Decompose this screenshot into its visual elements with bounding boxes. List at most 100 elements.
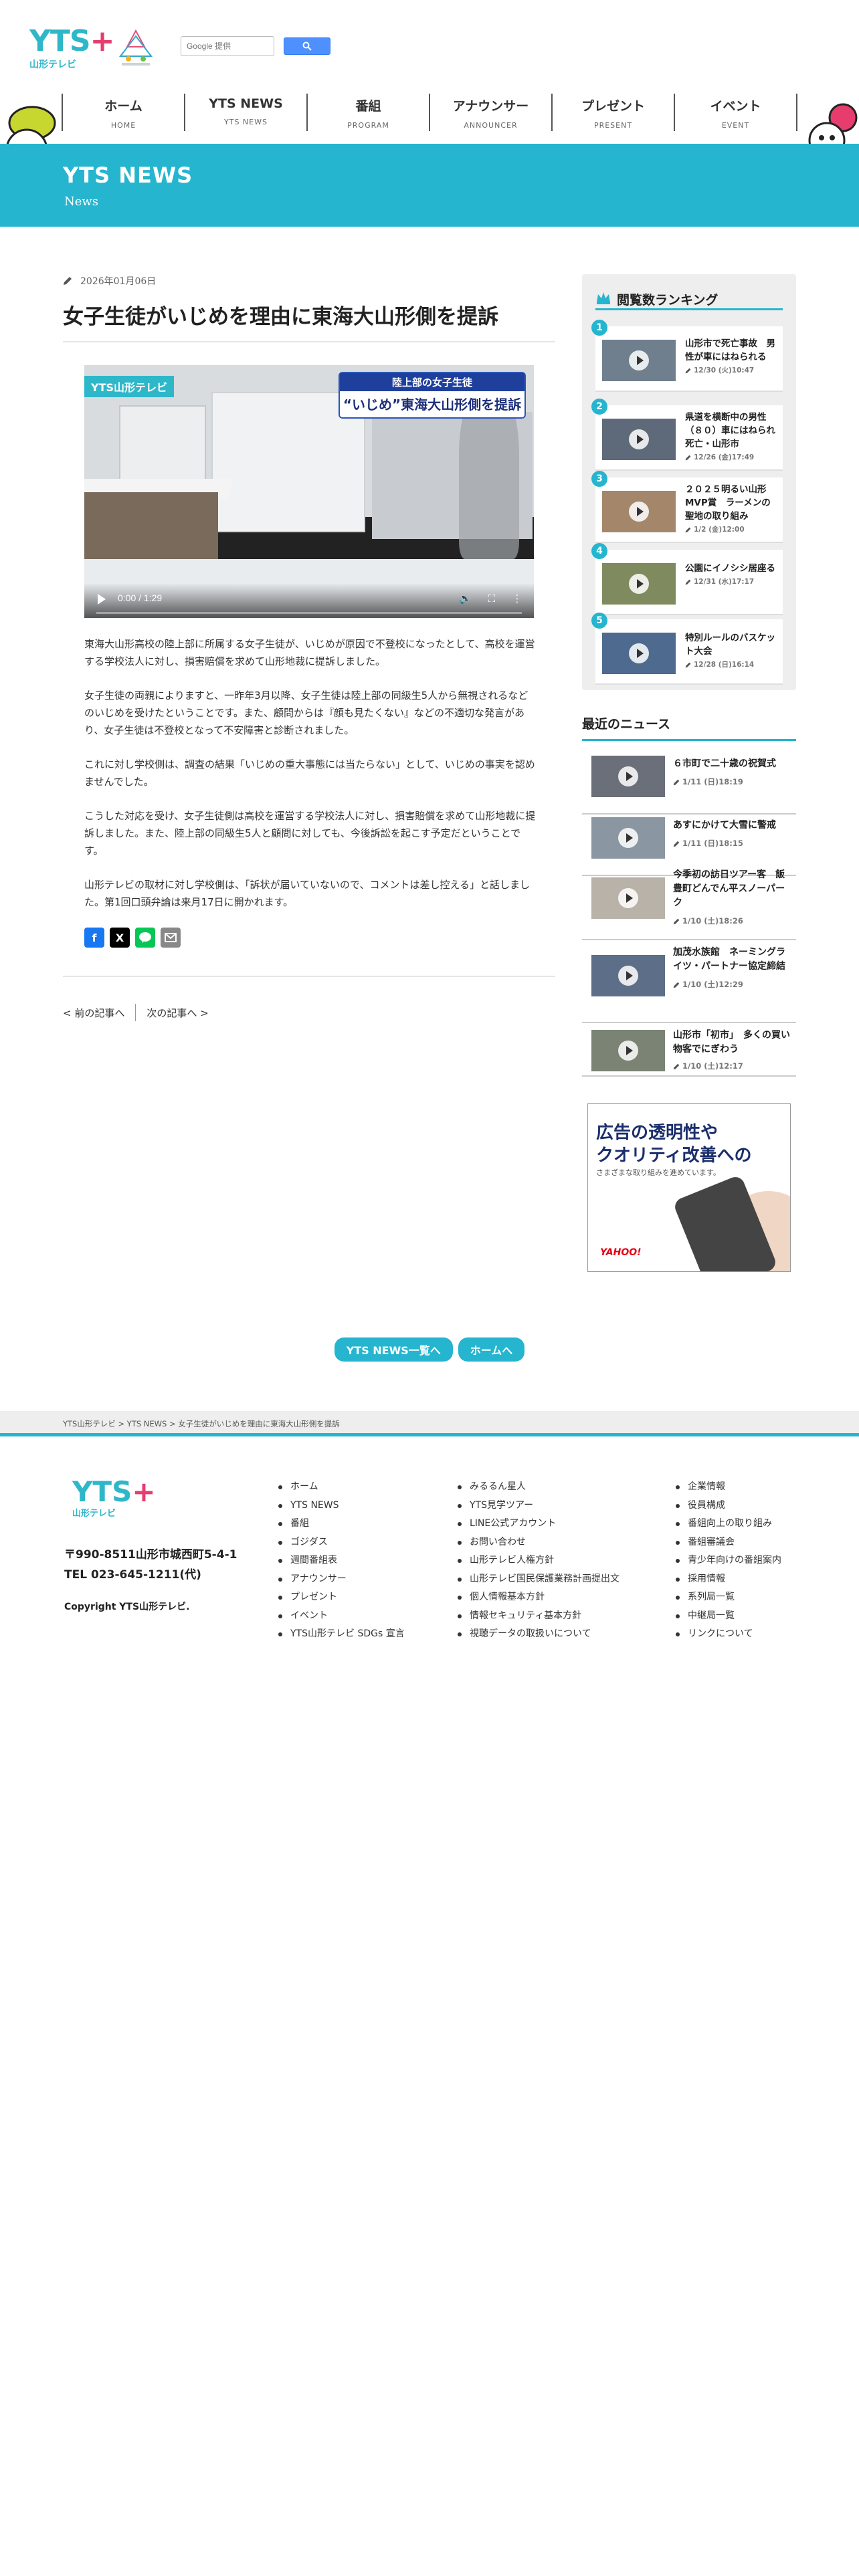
recent-news-item[interactable]: ６市町で二十歳の祝賀式 1/11 (日)18:19 [582, 744, 796, 815]
footer-link[interactable]: 役員構成 [676, 1497, 781, 1515]
play-icon [618, 966, 638, 986]
play-icon[interactable] [98, 594, 106, 605]
search-button[interactable] [284, 37, 330, 55]
next-article-link[interactable]: 次の記事へ > [147, 1006, 208, 1020]
home-button[interactable]: ホームへ [458, 1337, 525, 1362]
footer-link[interactable]: 番組 [278, 1515, 405, 1533]
share-buttons: f X [84, 928, 555, 948]
footer-link[interactable]: リンクについて [676, 1625, 781, 1644]
footer-link[interactable]: 番組向上の取り組み [676, 1515, 781, 1533]
prev-article-link[interactable]: < 前の記事へ [63, 1006, 124, 1020]
video-thumbnail[interactable] [602, 633, 676, 674]
email-share-icon[interactable] [161, 928, 181, 948]
nav-program[interactable]: 番組 PROGRAM [306, 94, 429, 131]
nav-event[interactable]: イベント EVENT [674, 94, 797, 131]
search-input[interactable] [181, 36, 274, 56]
recent-news-item[interactable]: 加茂水族館 ネーミングライツ・パートナー協定締結 1/10 (土)12:29 [582, 940, 796, 1023]
video-thumbnail[interactable] [602, 340, 676, 381]
site-search [181, 36, 330, 56]
pencil-icon [673, 841, 680, 847]
footer-link[interactable]: 山形テレビ国民保護業務計画提出文 [458, 1570, 619, 1589]
line-share-icon[interactable] [135, 928, 155, 948]
ranking-item[interactable]: 5 特別ルールのバスケット大会 12/28 (日)16:14 [591, 613, 783, 685]
article-title: 女子生徒がいじめを理由に東海大山形側を提訴 [63, 305, 498, 329]
nav-yts-news[interactable]: YTS NEWS YTS NEWS [184, 94, 306, 131]
play-icon [629, 350, 649, 370]
footer-link[interactable]: YTS見学ツアー [458, 1497, 619, 1515]
volume-icon[interactable]: 🔊 [459, 593, 472, 605]
footer-link[interactable]: ゴジダス [278, 1533, 405, 1552]
video-caption: 陸上部の女子生徒 “いじめ”東海大山形側を提訴 [339, 372, 526, 419]
footer-link[interactable]: LINE公式アカウント [458, 1515, 619, 1533]
video-thumbnail[interactable] [591, 817, 665, 859]
footer-link[interactable]: YTS NEWS [278, 1497, 405, 1515]
article-paragraph: 山形テレビの取材に対し学校側は、「訴状が届いていないので、コメントは差し控える」… [84, 879, 531, 908]
footer-link[interactable]: 情報セキュリティ基本方針 [458, 1607, 619, 1626]
breadcrumb[interactable]: YTS山形テレビ > YTS NEWS > 女子生徒がいじめを理由に東海大山形側… [63, 1418, 340, 1429]
video-player[interactable]: YTS山形テレビ 陸上部の女子生徒 “いじめ”東海大山形側を提訴 0:00 / … [84, 365, 534, 618]
divider [63, 341, 555, 342]
footer-link[interactable]: プレゼント [278, 1588, 405, 1607]
recent-news-item[interactable]: 今季初の訪日ツアー客 飯豊町どんでん平スノーパーク 1/10 (土)18:26 [582, 865, 796, 940]
page-banner: YTS NEWS News [0, 144, 859, 227]
pencil-icon [685, 662, 691, 667]
footer-link[interactable]: ホーム [278, 1478, 405, 1497]
video-thumbnail[interactable] [591, 877, 665, 919]
video-progress-bar[interactable] [96, 612, 522, 614]
sdgs-logo-icon[interactable] [112, 27, 159, 68]
video-thumbnail[interactable] [591, 1030, 665, 1071]
play-icon [618, 766, 638, 786]
footer-link[interactable]: 番組審議会 [676, 1533, 781, 1552]
recent-news-item[interactable]: 山形市「初市」 多くの買い物客でにぎわう 1/10 (土)12:17 [582, 1023, 796, 1077]
ranking-item[interactable]: 4 公園にイノシシ居座る 12/31 (水)17:17 [591, 543, 783, 615]
pencil-icon [673, 1063, 680, 1069]
footer-links-col1: ホーム YTS NEWS 番組 ゴジダス 週間番組表 アナウンサー プレゼント … [278, 1478, 405, 1644]
video-thumbnail[interactable] [602, 491, 676, 532]
footer-link[interactable]: イベント [278, 1607, 405, 1626]
pencil-icon [673, 918, 680, 924]
footer-link[interactable]: 青少年向けの番組案内 [676, 1551, 781, 1570]
ranking-item[interactable]: 3 ２０２５明るい山形MVP賞 ラーメンの聖地の取り組み 1/2 (金)12:0… [591, 471, 783, 543]
copyright: Copyright YTS山形テレビ. [64, 1602, 190, 1612]
footer-link[interactable]: アナウンサー [278, 1570, 405, 1589]
news-list-button[interactable]: YTS NEWS一覧へ [334, 1337, 453, 1362]
footer-link[interactable]: 採用情報 [676, 1570, 781, 1589]
ranking-item[interactable]: 2 県道を横断中の男性（８０）車にはねられ死亡・山形市 12/26 (金)17:… [591, 399, 783, 471]
footer-link[interactable]: みるるん星人 [458, 1478, 619, 1497]
advertisement-banner[interactable]: 広告の透明性や クオリティ改善への さまざまな取り組みを進めています。 YAHO… [587, 1103, 791, 1272]
nav-present[interactable]: プレゼント PRESENT [551, 94, 674, 131]
footer-links-col3: 企業情報 役員構成 番組向上の取り組み 番組審議会 青少年向けの番組案内 採用情… [676, 1478, 781, 1644]
footer-link[interactable]: 視聴データの取扱いについて [458, 1625, 619, 1644]
footer-link[interactable]: 山形テレビ人権方針 [458, 1551, 619, 1570]
footer-link[interactable]: 中継局一覧 [676, 1607, 781, 1626]
video-thumbnail[interactable] [602, 419, 676, 460]
footer-link[interactable]: お問い合わせ [458, 1533, 619, 1552]
video-time: 0:00 / 1:29 [118, 593, 163, 603]
x-share-icon[interactable]: X [110, 928, 130, 948]
footer-link[interactable]: 系列局一覧 [676, 1588, 781, 1607]
pencil-icon [673, 779, 680, 785]
footer-link[interactable]: 企業情報 [676, 1478, 781, 1497]
facebook-share-icon[interactable]: f [84, 928, 104, 948]
play-icon [618, 1041, 638, 1061]
video-thumbnail[interactable] [602, 563, 676, 605]
yts-logo[interactable]: YTS+ 山形テレビ [29, 27, 114, 71]
ranking-item[interactable]: 1 山形市で死亡事故 男性が車にはねられる 12/30 (火)10:47 [591, 320, 783, 392]
video-thumbnail[interactable] [591, 955, 665, 996]
pencil-icon [673, 982, 680, 988]
footer-link[interactable]: 週間番組表 [278, 1551, 405, 1570]
nav-home[interactable]: ホーム HOME [62, 94, 184, 131]
footer-link[interactable]: YTS山形テレビ SDGs 宣言 [278, 1625, 405, 1644]
fullscreen-icon[interactable]: ⛶ [486, 593, 498, 605]
video-controls: 0:00 / 1:29 🔊 ⛶ ⋮ [84, 583, 534, 618]
footer-link[interactable]: 個人情報基本方針 [458, 1588, 619, 1607]
play-icon [629, 643, 649, 663]
main-nav: ホーム HOME YTS NEWS YTS NEWS 番組 PROGRAM アナウンサ… [62, 94, 797, 131]
footer-logo[interactable]: YTS+ 山形テレビ [72, 1478, 156, 1519]
more-options-icon[interactable]: ⋮ [511, 593, 523, 605]
nav-announcer[interactable]: アナウンサー ANNOUNCER [429, 94, 551, 131]
search-icon [302, 41, 312, 51]
article-paragraph: これに対し学校側は、調査の結果「いじめの重大事態には当たらない」として、いじめの… [84, 758, 535, 788]
bottom-nav-buttons: YTS NEWS一覧へ ホームへ [0, 1337, 859, 1362]
video-thumbnail[interactable] [591, 756, 665, 797]
